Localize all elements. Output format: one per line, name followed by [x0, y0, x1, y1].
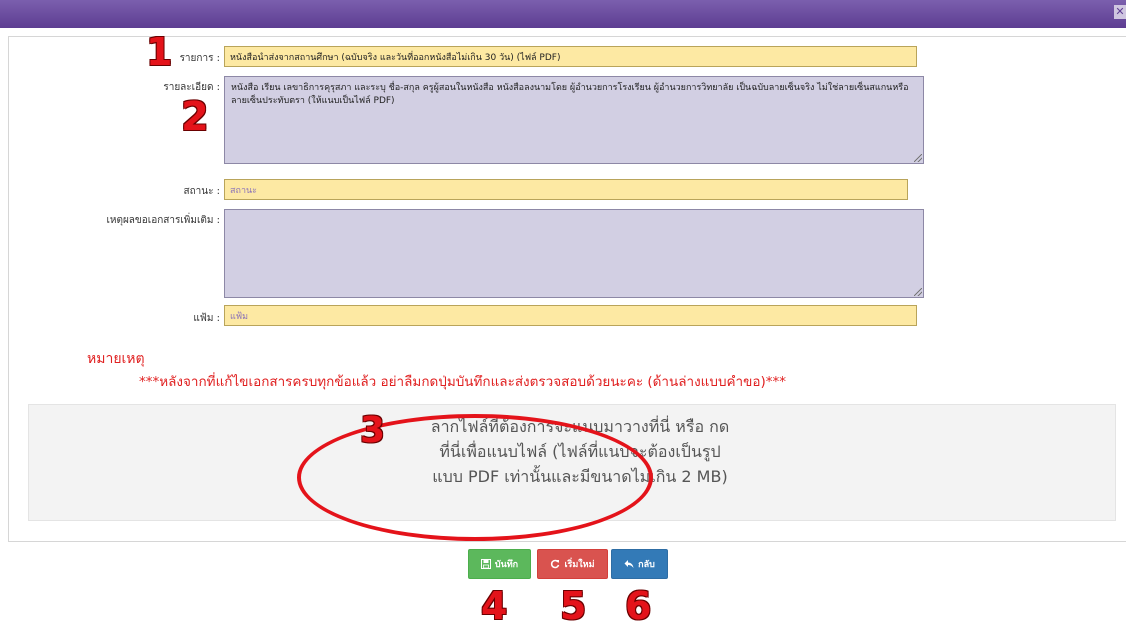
resize-handle-icon[interactable]: [914, 154, 922, 162]
annotation-number-4: 4: [481, 584, 508, 628]
annotation-number-5: 5: [560, 584, 587, 628]
item-field[interactable]: หนังสือนำส่งจากสถานศึกษา (ฉบับจริง และวั…: [224, 46, 917, 67]
back-button[interactable]: กลับ: [611, 549, 668, 579]
file-label: แฟ้ม :: [193, 313, 220, 324]
detail-label: รายละเอียด :: [163, 82, 220, 93]
floppy-disk-icon: [480, 559, 491, 569]
detail-text: หนังสือ เรียน เลขาธิการคุรุสภา และระบุ ช…: [231, 83, 909, 106]
annotation-ellipse: [297, 414, 653, 541]
file-field[interactable]: แฟ้ม: [224, 305, 917, 326]
dialog-title-bar: ✕: [0, 0, 1126, 28]
close-icon[interactable]: ✕: [1114, 5, 1126, 19]
detail-textarea[interactable]: หนังสือ เรียน เลขาธิการคุรุสภา และระบุ ช…: [224, 76, 924, 164]
reason-textarea[interactable]: [224, 209, 924, 298]
save-button[interactable]: บันทึก: [468, 549, 531, 579]
annotation-number-2: 2: [181, 94, 209, 140]
note-text: ***หลังจากที่แก้ไขเอกสารครบทุกข้อแล้ว อย…: [139, 374, 786, 390]
status-label: สถานะ :: [183, 186, 220, 197]
annotation-number-3: 3: [360, 410, 386, 451]
refresh-icon: [551, 559, 560, 569]
save-button-label: บันทึก: [494, 560, 519, 570]
back-button-label: กลับ: [638, 560, 655, 570]
reset-button[interactable]: เริ่มใหม่: [537, 549, 608, 579]
reason-label: เหตุผลขอเอกสารเพิ่มเติม :: [106, 215, 220, 226]
resize-handle-icon[interactable]: [914, 288, 922, 296]
annotation-number-1: 1: [146, 30, 173, 74]
reset-button-label: เริ่มใหม่: [564, 560, 595, 570]
note-title: หมายเหตุ: [87, 351, 145, 367]
annotation-number-6: 6: [625, 584, 652, 628]
reply-arrow-icon: [624, 560, 634, 568]
status-field[interactable]: สถานะ: [224, 179, 908, 200]
